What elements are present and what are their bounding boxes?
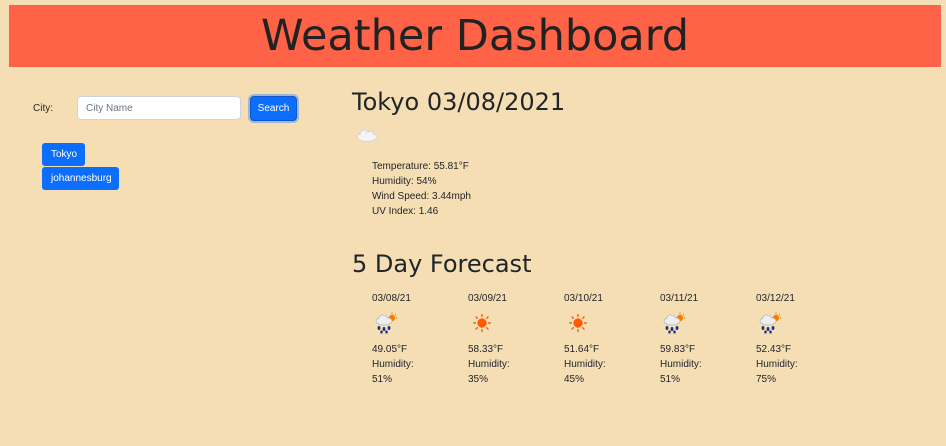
- forecast-date: 03/10/21: [564, 293, 603, 304]
- forecast-humidity-label: Humidity:: [372, 359, 414, 370]
- city-label: City:: [33, 103, 53, 114]
- forecast-humidity: 35%: [468, 374, 489, 385]
- sun-icon: [473, 314, 491, 332]
- forecast-date: 03/09/21: [468, 293, 507, 304]
- current-wind-speed: Wind Speed: 3.44mph: [372, 191, 471, 202]
- page-title: Weather Dashboard: [260, 11, 689, 61]
- forecast-temperature: 58.33°F: [468, 344, 504, 355]
- forecast-day: 03/10/21 51.64°F Humidity: 45%: [564, 291, 634, 387]
- sun-icon: [569, 314, 587, 332]
- forecast-date: 03/12/21: [756, 293, 795, 304]
- current-weather-details: Temperature: 55.81°F Humidity: 54% Wind …: [372, 159, 471, 219]
- current-temperature: Temperature: 55.81°F: [372, 161, 469, 172]
- forecast-date: 03/08/21: [372, 293, 411, 304]
- forecast-day: 03/12/21 52.43°F Humidity: 75%: [756, 291, 826, 387]
- forecast-day: 03/11/21 59.83°F Humidity: 51%: [660, 291, 730, 387]
- forecast-temperature: 52.43°F: [756, 344, 792, 355]
- forecast-humidity: 51%: [660, 374, 681, 385]
- forecast-humidity: 45%: [564, 374, 585, 385]
- history-button-johannesburg[interactable]: johannesburg: [42, 167, 119, 190]
- rain-sun-icon: [759, 312, 782, 334]
- city-search-input[interactable]: [77, 96, 241, 120]
- forecast-humidity: 51%: [372, 374, 393, 385]
- forecast-temperature: 51.64°F: [564, 344, 600, 355]
- current-weather-title: Tokyo 03/08/2021: [352, 88, 566, 116]
- forecast-humidity-label: Humidity:: [756, 359, 798, 370]
- forecast-humidity-label: Humidity:: [564, 359, 606, 370]
- forecast-temperature: 59.83°F: [660, 344, 696, 355]
- forecast-day: 03/08/21 49.05°F Humidity: 51%: [372, 291, 442, 387]
- forecast-temperature: 49.05°F: [372, 344, 408, 355]
- forecast-date: 03/11/21: [660, 293, 699, 304]
- cloud-icon: [356, 129, 378, 142]
- rain-sun-icon: [663, 312, 686, 334]
- rain-sun-icon: [375, 312, 398, 334]
- current-humidity: Humidity: 54%: [372, 176, 437, 187]
- forecast-title: 5 Day Forecast: [352, 250, 532, 278]
- forecast-humidity-label: Humidity:: [660, 359, 702, 370]
- page-header: Weather Dashboard: [9, 5, 941, 67]
- history-button-tokyo[interactable]: Tokyo: [42, 143, 85, 166]
- forecast-humidity: 75%: [756, 374, 777, 385]
- forecast-humidity-label: Humidity:: [468, 359, 510, 370]
- forecast-day: 03/09/21 58.33°F Humidity: 35%: [468, 291, 538, 387]
- search-button[interactable]: Search: [250, 96, 297, 121]
- current-uv-index: UV Index: 1.46: [372, 206, 439, 217]
